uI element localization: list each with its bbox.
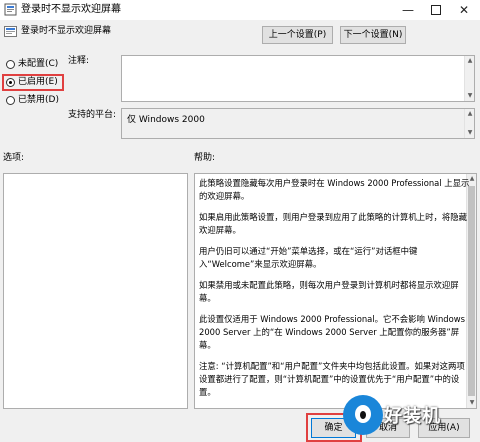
scroll-down-icon[interactable]: ▼ [465,91,475,101]
help-paragraph: 如果启用此策略设置，则用户登录到应用了此策略的计算机上时，将隐藏欢迎屏幕。 [199,212,467,235]
policy-app-icon [4,3,17,16]
platform-label: 支持的平台: [68,110,117,120]
scroll-up-icon[interactable]: ▲ [465,56,475,66]
platform-field: 仅 Windows 2000 ▲ ▼ [121,108,475,139]
options-label: 选项: [3,153,25,163]
radio-not-configured-label[interactable]: 未配置(C) [18,59,58,70]
help-paragraph: 用户仍旧可以通过“开始”菜单选择，或在“运行”对话框中键入“Welcome”来显… [199,246,418,269]
help-paragraph: 此策略设置隐藏每次用户登录时在 Windows 2000 Professiona… [199,178,470,201]
next-setting-button[interactable]: 下一个设置(N) [340,26,406,44]
radio-disabled-label[interactable]: 已禁用(D) [18,95,59,106]
radio-enabled-label[interactable]: 已启用(E) [18,77,58,88]
help-paragraph: 如果禁用或未配置此策略，则每次用户登录到计算机时都将显示欢迎屏幕。 [199,280,459,303]
minimize-icon[interactable]: — [394,0,422,20]
platform-scrollbar[interactable]: ▲ ▼ [464,109,474,138]
comment-field[interactable]: ▲ ▼ [121,55,475,102]
radio-enabled[interactable] [6,78,15,87]
help-label: 帮助: [194,153,216,163]
maximize-icon[interactable] [422,0,450,20]
help-paragraph: 注意: “计算机配置”和“用户配置”文件夹中均包括此设置。如果对这两项设置都进行… [199,361,465,397]
comment-label: 注释: [68,56,90,66]
comment-scrollbar[interactable]: ▲ ▼ [464,56,474,101]
options-pane [3,173,188,409]
window-title: 登录时不显示欢迎屏幕 [21,4,121,15]
scroll-down-icon[interactable]: ▼ [465,128,475,138]
radio-disabled[interactable] [6,96,15,105]
help-text: 此策略设置隐藏每次用户登录时在 Windows 2000 Professiona… [199,177,471,407]
previous-setting-button[interactable]: 上一个设置(P) [262,26,333,44]
setting-icon [4,26,17,37]
platform-value: 仅 Windows 2000 [127,115,205,125]
policy-name: 登录时不显示欢迎屏幕 [21,26,112,36]
help-paragraph: 此设置仅适用于 Windows 2000 Professional。它不会影响 … [199,314,465,350]
close-icon[interactable]: ✕ [450,0,478,20]
watermark-text: 好装机 [384,406,441,427]
watermark-pupil-icon [360,411,366,419]
radio-not-configured[interactable] [6,60,15,69]
scroll-up-icon[interactable]: ▲ [465,109,475,119]
